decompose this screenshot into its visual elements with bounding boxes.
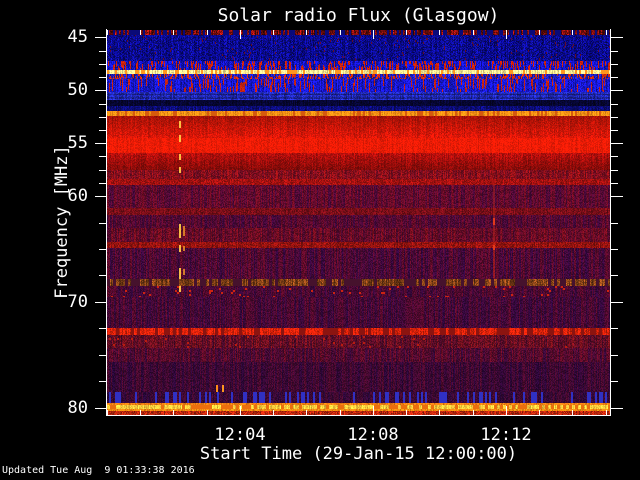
x-tick-label: 12:04 bbox=[214, 425, 266, 445]
y-tick-label: 50 bbox=[67, 80, 88, 100]
update-timestamp: Updated Tue Aug 9 01:33:38 2016 bbox=[2, 465, 195, 476]
y-tick-label: 80 bbox=[67, 398, 88, 418]
chart-title: Solar radio Flux (Glasgow) bbox=[217, 5, 500, 26]
spectrogram-window: Solar radio Flux (Glasgow) Frequency [MH… bbox=[0, 0, 640, 480]
y-tick-label: 45 bbox=[67, 27, 88, 47]
x-tick-label: 12:12 bbox=[480, 425, 532, 445]
y-axis-label: Frequency [MHz] bbox=[52, 145, 72, 299]
y-tick-label: 70 bbox=[67, 292, 88, 312]
y-tick-label: 60 bbox=[67, 186, 88, 206]
x-axis-label: Start Time (29-Jan-15 12:00:00) bbox=[199, 444, 518, 464]
spectrogram-canvas bbox=[95, 28, 623, 418]
x-tick-label: 12:08 bbox=[347, 425, 399, 445]
y-tick-label: 55 bbox=[67, 133, 88, 153]
